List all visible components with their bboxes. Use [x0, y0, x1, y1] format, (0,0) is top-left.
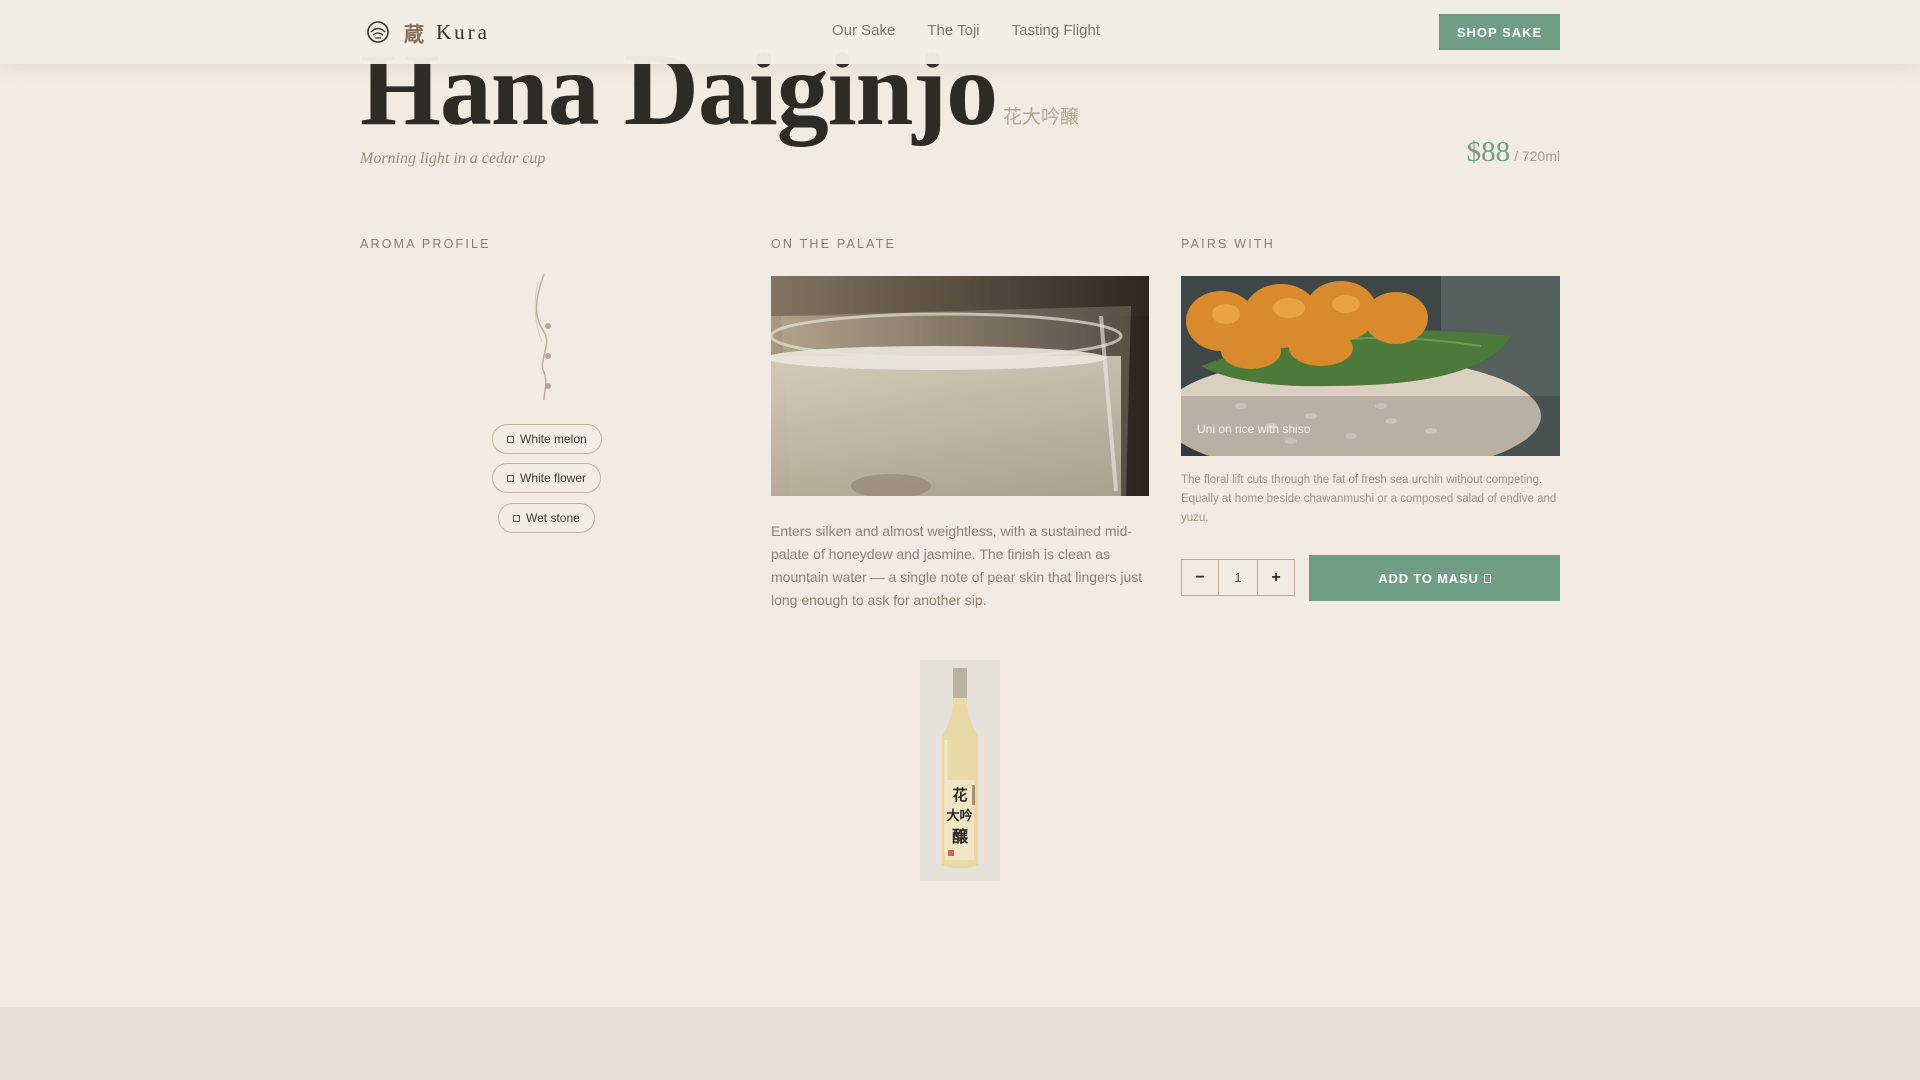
- note-icon: [507, 474, 514, 482]
- pairing-caption: Uni on rice with shiso: [1197, 422, 1311, 436]
- aroma-dot: [545, 353, 551, 359]
- product-page: Hana Daiginjo 花大吟醸 Morning light in a ce…: [360, 0, 1560, 1080]
- palate-description: Enters silken and almost weightless, wit…: [771, 523, 1143, 608]
- main-nav: Our Sake The Toji Tasting Flight: [832, 22, 1100, 39]
- price-unit: / 720ml: [1514, 148, 1560, 164]
- shop-sake-button[interactable]: SHOP SAKE: [1439, 14, 1560, 50]
- quantity-stepper: − 1 +: [1181, 559, 1295, 596]
- add-to-masu-label: ADD TO MASU: [1378, 570, 1479, 586]
- pairing-description: The floral lift cuts through the fat of …: [1181, 474, 1557, 524]
- brand-logo[interactable]: 蔵 Kura: [366, 19, 490, 46]
- price-amount: $88: [1466, 136, 1511, 168]
- aroma-vapor-icon: [534, 273, 551, 401]
- nav-tasting-flight[interactable]: Tasting Flight: [1012, 22, 1100, 39]
- nav-our-sake[interactable]: Our Sake: [832, 22, 895, 39]
- note-icon: [513, 514, 520, 522]
- increase-quantity-button[interactable]: +: [1258, 560, 1294, 595]
- cedar-cup-logo-icon: [367, 21, 389, 43]
- quantity-value[interactable]: 1: [1218, 560, 1258, 595]
- masu-box-icon: [1483, 573, 1491, 583]
- product-price: $88 / 720ml: [1467, 136, 1560, 169]
- footer-band: [0, 1007, 1920, 1080]
- product-title-japanese: 花大吟醸: [1003, 106, 1080, 128]
- aroma-profile-heading: AROMA PROFILE: [360, 237, 491, 251]
- sake-bottle-photo: 花 大 吟 醸: [920, 660, 1000, 881]
- decrease-quantity-button[interactable]: −: [1182, 560, 1218, 595]
- aroma-chip-label: White flower: [520, 471, 587, 485]
- pairs-with-heading: PAIRS WITH: [1181, 237, 1275, 251]
- product-tagline: Morning light in a cedar cup: [360, 150, 546, 167]
- uni-rice-photo: Uni on rice with shiso: [1181, 276, 1560, 456]
- aroma-chip-label: Wet stone: [526, 511, 580, 525]
- aroma-chip-white-flower[interactable]: White flower: [492, 463, 602, 493]
- add-to-masu-button[interactable]: ADD TO MASU: [1309, 555, 1560, 601]
- sake-glass-photo: [771, 276, 1149, 496]
- aroma-chip-label: White melon: [520, 432, 587, 446]
- brand-kanji: 蔵: [404, 21, 424, 46]
- top-navigation-inner: 蔵 Kura Our Sake The Toji Tasting Flight …: [360, 0, 1560, 64]
- nav-the-toji[interactable]: The Toji: [927, 22, 979, 39]
- aroma-dot: [545, 323, 551, 329]
- aroma-dot: [545, 383, 551, 389]
- note-icon: [507, 435, 514, 443]
- bottle-label-char: 大: [946, 808, 959, 824]
- aroma-chip-white-melon[interactable]: White melon: [492, 424, 602, 454]
- bottle-label-char: 吟: [959, 808, 972, 824]
- bottle-label-char: 醸: [952, 827, 969, 846]
- bottle-label-char: 花: [952, 786, 967, 804]
- on-the-palate-heading: ON THE PALATE: [771, 237, 897, 251]
- brand-name: Kura: [436, 19, 490, 44]
- top-navigation-bar: 蔵 Kura Our Sake The Toji Tasting Flight …: [0, 0, 1920, 64]
- aroma-chip-wet-stone[interactable]: Wet stone: [498, 503, 595, 533]
